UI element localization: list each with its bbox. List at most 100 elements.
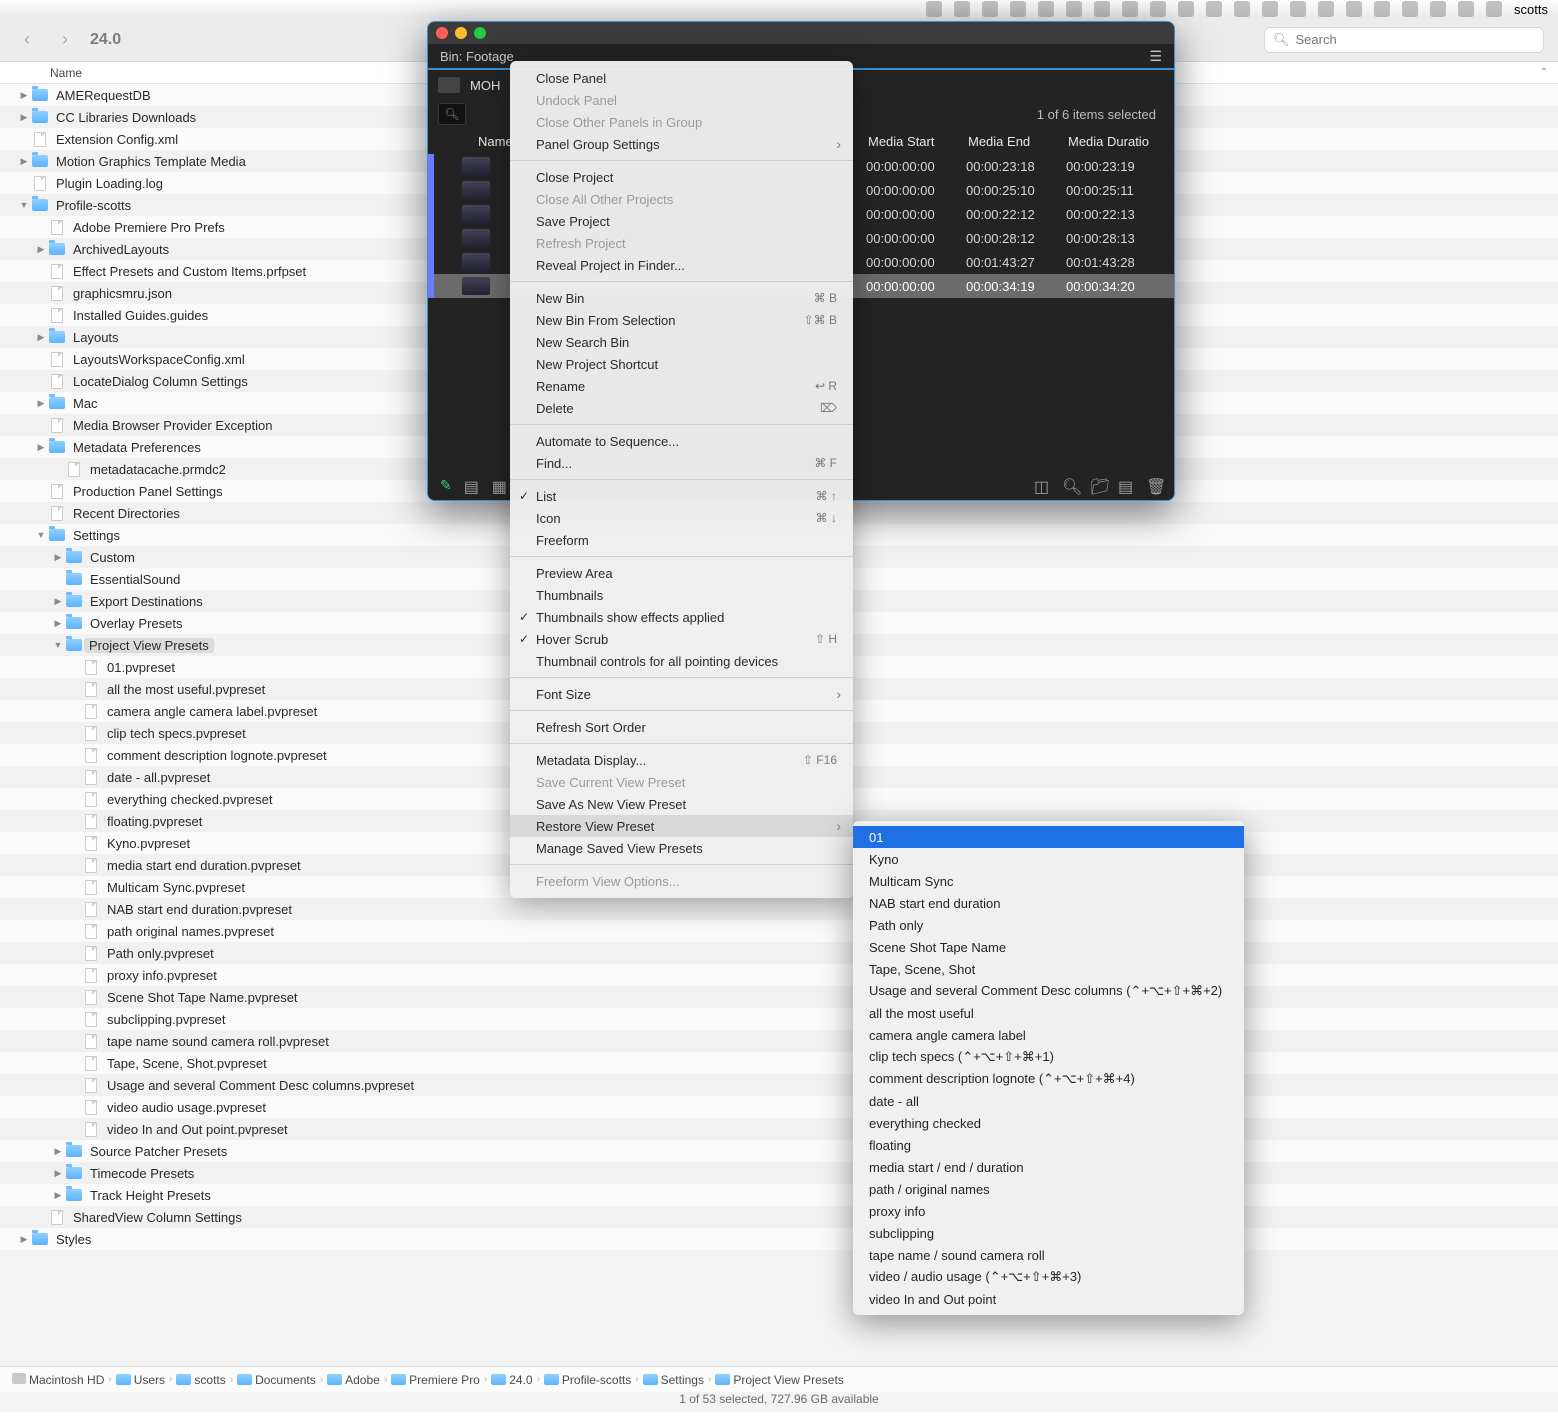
disclosure-arrow-icon[interactable] (18, 90, 30, 101)
path-segment[interactable]: Profile-scotts (544, 1373, 631, 1387)
submenu-item[interactable]: clip tech specs (⌃+⌥+⇧+⌘+1) (853, 1046, 1244, 1068)
path-segment[interactable]: Adobe (327, 1373, 380, 1387)
menu-item[interactable]: New Search Bin (510, 331, 853, 353)
search-input[interactable] (1296, 32, 1535, 47)
submenu-item[interactable]: Tape, Scene, Shot (853, 958, 1244, 980)
menu-item[interactable]: Thumbnail controls for all pointing devi… (510, 650, 853, 672)
edit-pencil-icon[interactable]: ✎ (440, 477, 452, 494)
menubar-icon[interactable] (1010, 1, 1026, 17)
file-row[interactable]: path original names.pvpreset (0, 920, 1558, 942)
submenu-item[interactable]: Path only (853, 914, 1244, 936)
trash-icon[interactable]: 🗑︎ (1146, 477, 1162, 493)
menubar-icon[interactable] (982, 1, 998, 17)
menu-item[interactable]: New Bin From Selection⇧⌘ B (510, 309, 853, 331)
menu-item[interactable]: Manage Saved View Presets (510, 837, 853, 859)
menubar-icon[interactable] (1458, 1, 1474, 17)
menu-item[interactable]: Save Project (510, 210, 853, 232)
restore-view-preset-submenu[interactable]: 01KynoMulticam SyncNAB start end duratio… (853, 821, 1244, 1315)
menu-item[interactable]: List⌘ ↑ (510, 485, 853, 507)
submenu-item[interactable]: camera angle camera label (853, 1024, 1244, 1046)
path-segment[interactable]: Settings (643, 1373, 704, 1387)
menu-item[interactable]: Hover Scrub⇧ H (510, 628, 853, 650)
file-row[interactable]: Tape, Scene, Shot.pvpreset (0, 1052, 1558, 1074)
path-segment[interactable]: scotts (176, 1373, 225, 1387)
disclosure-arrow-icon[interactable] (52, 1168, 64, 1179)
path-segment[interactable]: 24.0 (491, 1373, 532, 1387)
menubar-icon[interactable] (1206, 1, 1222, 17)
menubar-icon[interactable] (1122, 1, 1138, 17)
menu-item[interactable]: Close Panel (510, 67, 853, 89)
search-field[interactable]: 🔍︎ (1264, 27, 1544, 53)
bin-search-icon[interactable]: 🔍︎ (438, 103, 466, 125)
new-bin-icon[interactable]: 📁︎ (1090, 477, 1106, 493)
disclosure-arrow-icon[interactable] (35, 398, 47, 409)
menu-item[interactable]: Rename↩︎ R (510, 375, 853, 397)
path-segment[interactable]: Project View Presets (715, 1373, 844, 1387)
menu-item[interactable]: Automate to Sequence... (510, 430, 853, 452)
disclosure-arrow-icon[interactable] (52, 640, 64, 651)
disclosure-arrow-icon[interactable] (35, 530, 47, 541)
file-row[interactable]: video In and Out point.pvpreset (0, 1118, 1558, 1140)
disclosure-arrow-icon[interactable] (18, 1234, 30, 1245)
path-segment[interactable]: Documents (237, 1373, 316, 1387)
file-row[interactable]: Usage and several Comment Desc columns.p… (0, 1074, 1558, 1096)
path-segment[interactable]: Macintosh HD (12, 1373, 104, 1387)
disclosure-arrow-icon[interactable] (52, 1146, 64, 1157)
menubar-icon[interactable] (1150, 1, 1166, 17)
find-icon[interactable]: 🔍︎ (1062, 477, 1078, 493)
menubar-icon[interactable] (1262, 1, 1278, 17)
menu-item[interactable]: Close Project (510, 166, 853, 188)
menubar-icon[interactable] (1178, 1, 1194, 17)
menubar-icon[interactable] (926, 1, 942, 17)
menubar-icon[interactable] (1066, 1, 1082, 17)
menu-item[interactable]: Restore View Preset (510, 815, 853, 837)
submenu-item[interactable]: 01 (853, 826, 1244, 848)
path-segment[interactable]: Premiere Pro (391, 1373, 480, 1387)
list-view-icon[interactable]: ▤ (464, 477, 480, 493)
menu-item[interactable]: Icon⌘ ↓ (510, 507, 853, 529)
menu-item[interactable]: Panel Group Settings (510, 133, 853, 155)
panel-menu-icon[interactable]: ☰ (1149, 48, 1162, 65)
menu-item[interactable]: Find...⌘ F (510, 452, 853, 474)
menubar-icon[interactable] (1402, 1, 1418, 17)
menu-item[interactable]: Freeform (510, 529, 853, 551)
forward-button[interactable]: › (52, 27, 78, 53)
close-window-button[interactable] (436, 27, 448, 39)
panel-context-menu[interactable]: Close PanelUndock PanelClose Other Panel… (510, 61, 853, 898)
menu-item[interactable]: New Bin⌘ B (510, 287, 853, 309)
submenu-item[interactable]: comment description lognote (⌃+⌥+⇧+⌘+4) (853, 1068, 1244, 1090)
submenu-item[interactable]: proxy info (853, 1200, 1244, 1222)
file-row[interactable]: SharedView Column Settings (0, 1206, 1558, 1228)
menu-item[interactable]: Save As New View Preset (510, 793, 853, 815)
new-item-icon[interactable]: ▤ (1118, 477, 1134, 493)
submenu-item[interactable]: video / audio usage (⌃+⌥+⇧+⌘+3) (853, 1266, 1244, 1288)
file-row[interactable]: Path only.pvpreset (0, 942, 1558, 964)
menubar-icon[interactable] (1038, 1, 1054, 17)
file-row[interactable]: proxy info.pvpreset (0, 964, 1558, 986)
icon-view-icon[interactable]: ▦ (492, 477, 508, 493)
submenu-item[interactable]: tape name / sound camera roll (853, 1244, 1244, 1266)
submenu-item[interactable]: media start / end / duration (853, 1156, 1244, 1178)
file-row[interactable]: subclipping.pvpreset (0, 1008, 1558, 1030)
disclosure-arrow-icon[interactable] (18, 200, 30, 211)
file-row[interactable]: tape name sound camera roll.pvpreset (0, 1030, 1558, 1052)
zoom-slider-icon[interactable]: ◫ (1034, 477, 1050, 493)
disclosure-arrow-icon[interactable] (52, 552, 64, 563)
file-row[interactable]: Timecode Presets (0, 1162, 1558, 1184)
minimize-window-button[interactable] (455, 27, 467, 39)
disclosure-arrow-icon[interactable] (35, 442, 47, 453)
menu-item[interactable]: Metadata Display...⇧ F16 (510, 749, 853, 771)
submenu-item[interactable]: Multicam Sync (853, 870, 1244, 892)
menubar-icon[interactable] (1430, 1, 1446, 17)
file-row[interactable]: Scene Shot Tape Name.pvpreset (0, 986, 1558, 1008)
submenu-item[interactable]: path / original names (853, 1178, 1244, 1200)
submenu-item[interactable]: floating (853, 1134, 1244, 1156)
menubar-icon[interactable] (1486, 1, 1502, 17)
submenu-item[interactable]: Usage and several Comment Desc columns (… (853, 980, 1244, 1002)
disclosure-arrow-icon[interactable] (35, 332, 47, 343)
menu-item[interactable]: Thumbnails (510, 584, 853, 606)
submenu-item[interactable]: subclipping (853, 1222, 1244, 1244)
panel-titlebar[interactable] (428, 22, 1174, 44)
file-row[interactable]: video audio usage.pvpreset (0, 1096, 1558, 1118)
disclosure-arrow-icon[interactable] (35, 244, 47, 255)
